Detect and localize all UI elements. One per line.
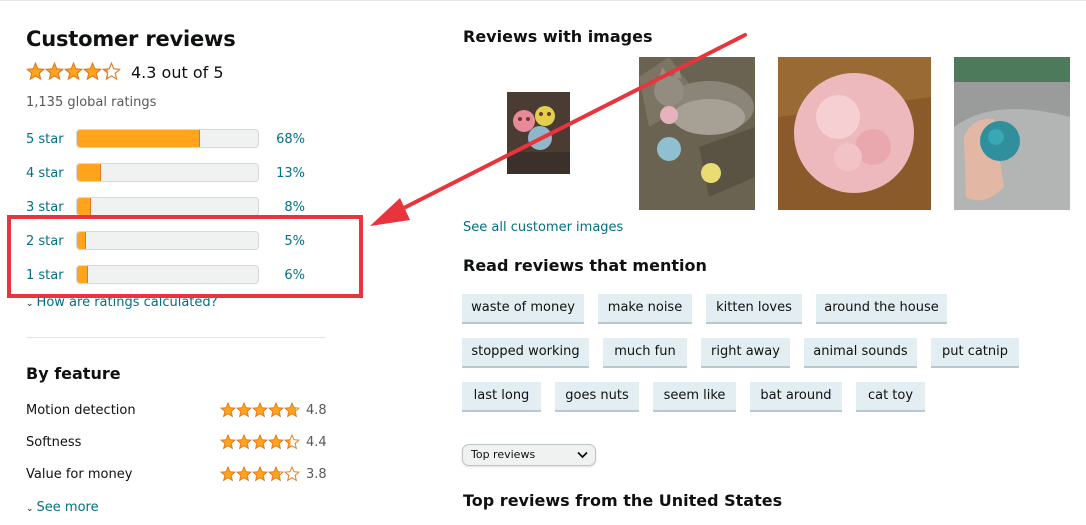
reviews-with-images-title: Reviews with images [463, 27, 653, 46]
feature-row-softness: Softness 4.4 [26, 433, 327, 454]
review-image-thumbnail[interactable] [639, 57, 755, 210]
review-image-thumbnail[interactable] [507, 92, 570, 174]
see-more-link[interactable]: ⌄ See more [26, 500, 99, 515]
mention-chip[interactable]: make noise [598, 294, 692, 324]
star-icon [267, 465, 285, 482]
sort-selected-value: Top reviews [471, 448, 536, 461]
feature-rating-value: 4.4 [306, 435, 327, 450]
star-icon [235, 433, 253, 450]
star-icon [219, 465, 237, 482]
mention-chip[interactable]: animal sounds [804, 338, 917, 368]
histogram-bar[interactable] [76, 197, 259, 216]
histogram-row-4-star[interactable]: 4 star 13% [26, 163, 326, 185]
feature-star-rating [219, 433, 301, 454]
pink-felt-ball-image [778, 57, 931, 210]
star-icon [82, 61, 103, 81]
star-icon [235, 465, 253, 482]
mention-chip[interactable]: around the house [816, 294, 947, 324]
star-icon [219, 401, 237, 418]
star-icon [101, 61, 122, 81]
top-divider [0, 0, 1086, 1]
mention-chip[interactable]: right away [701, 338, 790, 368]
feature-row-value-for-money: Value for money 3.8 [26, 465, 327, 486]
cat-with-balls-image [639, 57, 755, 210]
histogram-row-5-star[interactable]: 5 star 68% [26, 129, 326, 151]
mention-chip[interactable]: last long [462, 382, 541, 412]
star-icon [63, 61, 84, 81]
read-reviews-that-mention-title: Read reviews that mention [463, 256, 707, 275]
top-reviews-title: Top reviews from the United States [463, 491, 783, 510]
star-icon [267, 433, 285, 450]
feature-name: Motion detection [26, 403, 136, 418]
feature-name: Value for money [26, 467, 133, 482]
chevron-down-icon [577, 451, 588, 459]
feature-rating-value: 4.8 [306, 403, 327, 418]
mention-chip[interactable]: stopped working [462, 338, 589, 368]
review-image-thumbnail[interactable] [954, 57, 1070, 210]
three-felt-balls-image [507, 92, 570, 174]
annotation-highlight-box [7, 215, 363, 298]
section-divider [26, 337, 326, 338]
mention-chip[interactable]: waste of money [462, 294, 584, 324]
histogram-label[interactable]: 4 star [26, 166, 64, 181]
mention-chip[interactable]: seem like [653, 382, 736, 412]
average-rating-text: 4.3 out of 5 [131, 63, 224, 82]
star-icon [235, 401, 253, 418]
star-icon [267, 401, 285, 418]
star-icon [251, 465, 269, 482]
mention-chip[interactable]: put catnip [931, 338, 1019, 368]
star-icon [219, 433, 237, 450]
star-icon [25, 61, 46, 81]
sort-reviews-dropdown[interactable]: Top reviews [462, 444, 596, 466]
histogram-fill [77, 198, 92, 215]
hand-holding-blue-ball-image [954, 57, 1070, 210]
histogram-percent[interactable]: 13% [276, 166, 305, 181]
star-icon [283, 401, 301, 418]
histogram-fill [77, 164, 101, 181]
mention-chip[interactable]: bat around [750, 382, 842, 412]
star-icon [44, 61, 65, 81]
feature-star-rating [219, 465, 301, 486]
histogram-fill [77, 130, 201, 147]
histogram-percent[interactable]: 8% [284, 200, 305, 215]
mention-chip[interactable]: goes nuts [555, 382, 639, 412]
see-more-label[interactable]: See more [37, 500, 99, 515]
chevron-down-icon: ⌄ [26, 299, 34, 309]
feature-rating-value: 3.8 [306, 467, 327, 482]
see-all-customer-images-link[interactable]: See all customer images [463, 220, 623, 235]
feature-star-rating [219, 401, 301, 422]
histogram-bar[interactable] [76, 163, 259, 182]
histogram-bar[interactable] [76, 129, 259, 148]
review-image-thumbnail[interactable] [778, 57, 931, 210]
average-star-rating [25, 61, 122, 85]
histogram-label[interactable]: 3 star [26, 200, 64, 215]
star-icon [283, 433, 301, 450]
global-ratings-count: 1,135 global ratings [26, 95, 157, 110]
by-feature-title: By feature [26, 364, 121, 383]
histogram-label[interactable]: 5 star [26, 132, 64, 147]
star-icon [251, 433, 269, 450]
feature-name: Softness [26, 435, 82, 450]
star-icon [283, 465, 301, 482]
customer-reviews-title: Customer reviews [26, 27, 236, 51]
star-icon [251, 401, 269, 418]
mention-chip[interactable]: cat toy [856, 382, 925, 412]
histogram-percent[interactable]: 68% [276, 132, 305, 147]
mention-chip[interactable]: much fun [603, 338, 687, 368]
feature-row-motion-detection: Motion detection 4.8 [26, 401, 327, 422]
mention-chip[interactable]: kitten loves [706, 294, 802, 324]
chevron-down-icon: ⌄ [26, 504, 34, 514]
